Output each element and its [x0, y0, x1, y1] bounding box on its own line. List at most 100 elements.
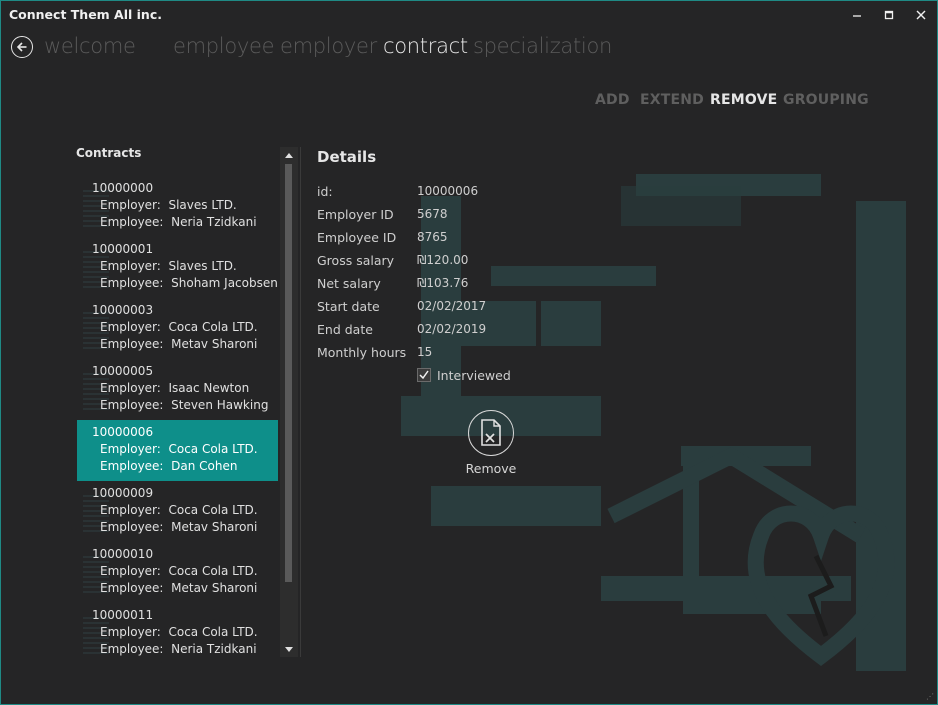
employer-prefix: Employer:	[100, 320, 161, 334]
interviewed-checkbox[interactable]	[417, 368, 431, 382]
resize-grip-icon[interactable]: ⋰	[926, 692, 934, 701]
contract-id: 10000009	[92, 486, 154, 500]
contract-list-item[interactable]: 10000009 Employer: Coca Cola LTD. Employ…	[77, 481, 278, 542]
subnav-grouping[interactable]: GROUPING	[783, 92, 869, 108]
contract-employee: Employee: Shoham Jacobsen	[92, 275, 278, 292]
contract-list-item[interactable]: 10000000 Employer: Slaves LTD. Employee:…	[77, 176, 278, 237]
remove-button[interactable]	[468, 410, 514, 456]
employer-prefix: Employer:	[100, 259, 161, 273]
maximize-button[interactable]	[879, 5, 899, 25]
contract-employer: Employer: Coca Cola LTD.	[92, 441, 278, 458]
employee-prefix: Employee:	[100, 581, 164, 595]
contract-list-item-selected[interactable]: 10000006 Employer: Coca Cola LTD. Employ…	[77, 420, 278, 481]
back-button[interactable]	[11, 36, 33, 58]
employee-name: Metav Sharoni	[171, 337, 258, 351]
employer-name: Coca Cola LTD.	[168, 564, 258, 578]
detail-label: id:	[317, 184, 333, 199]
contract-id: 10000010	[92, 547, 154, 561]
contract-list-item[interactable]: 10000001 Employer: Slaves LTD. Employee:…	[77, 237, 278, 298]
contract-id: 10000005	[92, 364, 154, 378]
contract-employer: Employer: Coca Cola LTD.	[92, 563, 278, 580]
employee-name: Steven Hawking	[171, 398, 269, 412]
remove-document-icon	[481, 419, 501, 446]
subnav-remove[interactable]: REMOVE	[710, 92, 777, 108]
detail-value: 5678	[417, 207, 448, 221]
contract-employer: Employer: Coca Cola LTD.	[92, 319, 278, 336]
contract-employer: Employer: Slaves LTD.	[92, 258, 278, 275]
minimize-icon	[853, 15, 861, 17]
detail-value: ₪120.00	[417, 253, 469, 267]
interviewed-label[interactable]: Interviewed	[437, 368, 511, 383]
contract-id: 10000001	[92, 242, 154, 256]
employee-prefix: Employee:	[100, 459, 164, 473]
checkmark-icon	[419, 370, 429, 380]
close-icon	[916, 10, 926, 20]
maximize-icon	[884, 10, 894, 20]
minimize-button[interactable]	[847, 5, 867, 25]
contract-employee: Employee: Dan Cohen	[92, 458, 278, 475]
detail-label: Net salary	[317, 276, 381, 291]
contract-list-item[interactable]: 10000005 Employer: Isaac Newton Employee…	[77, 359, 278, 420]
scroll-down-icon	[285, 646, 293, 652]
nav-employer[interactable]: employer	[280, 34, 377, 58]
scroll-down-button[interactable]	[280, 641, 298, 657]
subnav-add[interactable]: ADD	[595, 92, 630, 108]
contract-employee: Employee: Metav Sharoni	[92, 580, 278, 597]
employee-name: Dan Cohen	[171, 459, 238, 473]
employee-name: Metav Sharoni	[171, 520, 258, 534]
contracts-list: 10000000 Employer: Slaves LTD. Employee:…	[77, 176, 278, 658]
contract-employee: Employee: Neria Tzidkani	[92, 641, 278, 658]
employee-prefix: Employee:	[100, 215, 164, 229]
subnav-extend[interactable]: EXTEND	[640, 92, 704, 108]
remove-button-label[interactable]: Remove	[461, 461, 521, 476]
contract-list-item[interactable]: 10000011 Employer: Coca Cola LTD. Employ…	[77, 603, 278, 658]
employee-name: Metav Sharoni	[171, 581, 258, 595]
employee-name: Shoham Jacobsen	[171, 276, 278, 290]
nav-contract[interactable]: contract	[383, 34, 468, 58]
contracts-scrollbar[interactable]	[280, 147, 298, 657]
back-arrow-icon	[16, 42, 27, 52]
detail-label: Monthly hours	[317, 345, 407, 360]
contract-id: 10000000	[92, 181, 154, 195]
detail-label: End date	[317, 322, 373, 337]
detail-label: Employer ID	[317, 207, 394, 222]
employer-name: Coca Cola LTD.	[168, 503, 258, 517]
nav-specialization[interactable]: specialization	[473, 34, 612, 58]
employee-prefix: Employee:	[100, 642, 164, 656]
scroll-up-button[interactable]	[280, 147, 298, 163]
detail-label: Employee ID	[317, 230, 397, 245]
close-button[interactable]	[911, 5, 931, 25]
nav-employee[interactable]: employee	[173, 34, 275, 58]
employer-name: Coca Cola LTD.	[168, 320, 258, 334]
detail-value: 15	[417, 345, 433, 359]
employee-prefix: Employee:	[100, 398, 164, 412]
detail-value: 8765	[417, 230, 448, 244]
panel-divider	[300, 147, 301, 657]
detail-value: ₪103.76	[417, 276, 469, 290]
employer-prefix: Employer:	[100, 198, 161, 212]
employee-prefix: Employee:	[100, 276, 164, 290]
contract-id: 10000003	[92, 303, 154, 317]
app-window: Connect Them All inc. welcome employee e…	[0, 0, 938, 705]
employer-name: Isaac Newton	[168, 381, 250, 395]
contract-list-item[interactable]: 10000003 Employer: Coca Cola LTD. Employ…	[77, 298, 278, 359]
scroll-thumb[interactable]	[285, 164, 292, 582]
title-bar: Connect Them All inc.	[1, 1, 937, 29]
detail-value: 02/02/2019	[417, 322, 487, 336]
employer-prefix: Employer:	[100, 442, 161, 456]
employee-name: Neria Tzidkani	[171, 642, 257, 656]
employer-prefix: Employer:	[100, 625, 161, 639]
contract-employee: Employee: Neria Tzidkani	[92, 214, 278, 231]
employer-prefix: Employer:	[100, 564, 161, 578]
contract-employer: Employer: Slaves LTD.	[92, 197, 278, 214]
employee-name: Neria Tzidkani	[171, 215, 257, 229]
contract-employee: Employee: Metav Sharoni	[92, 336, 278, 353]
employer-name: Coca Cola LTD.	[168, 625, 258, 639]
contract-list-item[interactable]: 10000010 Employer: Coca Cola LTD. Employ…	[77, 542, 278, 603]
detail-label: Start date	[317, 299, 380, 314]
employee-prefix: Employee:	[100, 520, 164, 534]
nav-welcome[interactable]: welcome	[44, 34, 136, 58]
employee-prefix: Employee:	[100, 337, 164, 351]
contract-id: 10000006	[92, 425, 154, 439]
contract-employer: Employer: Isaac Newton	[92, 380, 278, 397]
